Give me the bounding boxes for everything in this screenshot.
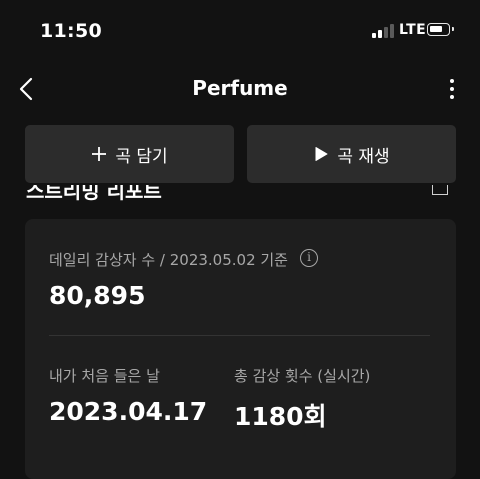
play-song-button[interactable]: 곡 재생 [247, 125, 456, 183]
add-song-button[interactable]: 곡 담기 [25, 125, 234, 183]
section-header: 스트리밍 리포트 [0, 185, 480, 201]
status-bar: 11:50 LTE [0, 0, 480, 62]
plus-icon [91, 146, 107, 162]
divider [49, 335, 430, 336]
more-vertical-icon[interactable] [440, 74, 464, 104]
play-song-label: 곡 재생 [337, 146, 390, 167]
signal-strength-icon [372, 23, 394, 38]
section-title: 스트리밍 리포트 [26, 185, 162, 201]
stats-card: 데일리 감상자 수 / 2023.05.02 기준 i 80,895 내가 처음… [25, 219, 456, 479]
daily-listeners-value: 80,895 [49, 281, 146, 310]
battery-icon [427, 23, 454, 36]
total-plays-label: 총 감상 횟수 (실시간) [234, 367, 371, 385]
status-time: 11:50 [40, 20, 102, 42]
info-icon[interactable]: i [300, 249, 318, 267]
square-icon[interactable] [432, 185, 448, 195]
total-plays-value: 1180회 [234, 402, 327, 431]
top-nav: Perfume [0, 62, 480, 118]
page-title: Perfume [192, 76, 288, 100]
first-listen-label: 내가 처음 들은 날 [49, 367, 160, 385]
daily-listeners-label: 데일리 감상자 수 / 2023.05.02 기준 [49, 251, 288, 269]
network-type: LTE [399, 22, 427, 38]
add-song-label: 곡 담기 [115, 146, 168, 167]
play-icon [313, 146, 329, 162]
first-listen-value: 2023.04.17 [49, 397, 208, 426]
